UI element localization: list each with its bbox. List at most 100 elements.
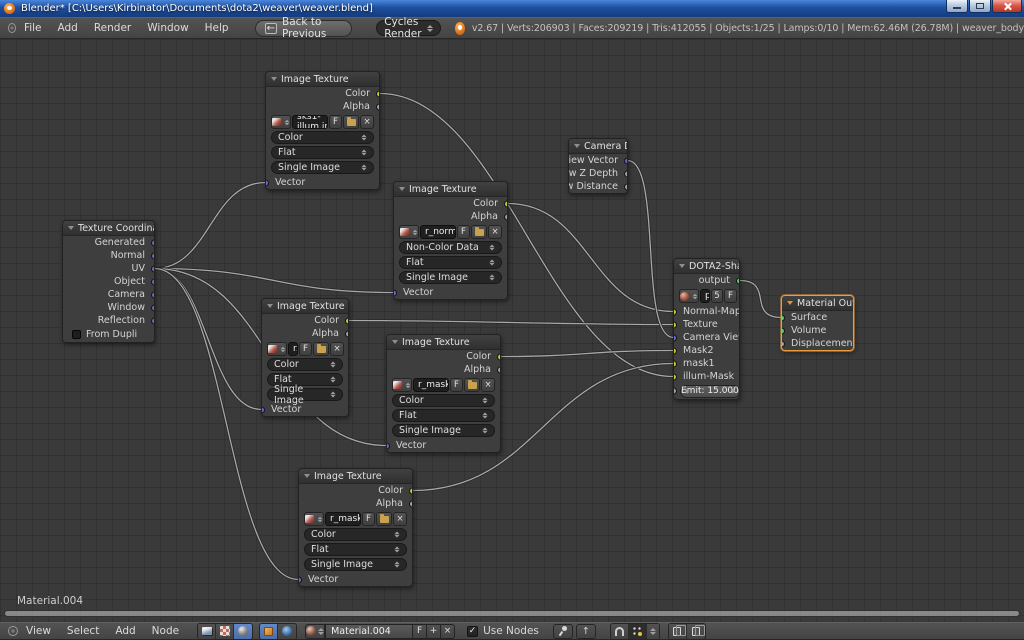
restore-button[interactable] bbox=[969, 0, 991, 13]
node-dota2-shad[interactable]: DOTA2-Shadoutputprox5FNormal-MapTextureC… bbox=[673, 258, 740, 400]
group-browse-button[interactable] bbox=[679, 289, 699, 303]
close-button[interactable] bbox=[992, 0, 1022, 13]
fake-user-button[interactable]: F bbox=[413, 624, 427, 639]
node-texture-coordinate[interactable]: Texture CoordinateGeneratedNormalUVObjec… bbox=[62, 220, 155, 343]
dropdown-single-image[interactable]: Single Image bbox=[271, 161, 374, 174]
editor-type-icon[interactable] bbox=[8, 23, 16, 33]
socket-vector[interactable] bbox=[299, 576, 302, 583]
use-nodes-toggle[interactable]: ✓ Use Nodes bbox=[467, 625, 539, 637]
open-image-button[interactable] bbox=[343, 115, 359, 129]
node-material-output[interactable]: Material OutputSurfaceVolumeDisplacement bbox=[781, 295, 854, 351]
socket-vector[interactable] bbox=[394, 289, 397, 296]
socket-generated[interactable] bbox=[151, 239, 154, 246]
dropdown-flat[interactable]: Flat bbox=[392, 409, 495, 422]
unlink-image-button[interactable]: × bbox=[481, 378, 495, 392]
open-image-button[interactable] bbox=[464, 378, 480, 392]
dropdown-color[interactable]: Color bbox=[304, 528, 407, 541]
material-name-field[interactable]: Material.004 bbox=[325, 624, 413, 639]
shader-context-object-button[interactable] bbox=[260, 624, 278, 639]
back-to-previous-button[interactable]: ← Back to Previous bbox=[255, 20, 353, 37]
image-browse-button[interactable] bbox=[267, 342, 287, 356]
socket-view-vector[interactable] bbox=[624, 157, 627, 164]
socket-camera[interactable] bbox=[151, 291, 154, 298]
horizontal-scrollbar[interactable] bbox=[4, 610, 1020, 617]
socket-reflection[interactable] bbox=[151, 317, 154, 324]
socket-displacement[interactable] bbox=[782, 340, 785, 347]
dropdown-flat[interactable]: Flat bbox=[271, 146, 374, 159]
node-image-texture[interactable]: Image TextureColorAlphasks1-illum.jpgF×C… bbox=[265, 71, 380, 190]
collapse-arrow-icon[interactable] bbox=[68, 226, 74, 230]
collapse-arrow-icon[interactable] bbox=[267, 304, 273, 308]
dropdown-non-color-data[interactable]: Non-Color Data bbox=[399, 241, 502, 254]
open-image-button[interactable] bbox=[376, 512, 392, 526]
value-slider-emit-15-000[interactable]: Emit: 15.000 bbox=[680, 385, 739, 398]
node-header[interactable]: Image Texture bbox=[262, 299, 348, 314]
from-dupli-toggle[interactable]: From Dupli bbox=[63, 327, 154, 342]
node-header[interactable]: Image Texture bbox=[394, 182, 507, 197]
image-name-field[interactable]: r_masks2.tga bbox=[413, 378, 449, 392]
image-name-field[interactable]: r_normal.tga bbox=[420, 225, 456, 239]
menu-file[interactable]: File bbox=[16, 22, 50, 34]
socket-object[interactable] bbox=[151, 278, 154, 285]
menu-window[interactable]: Window bbox=[139, 22, 196, 34]
minimize-button[interactable] bbox=[946, 0, 968, 13]
render-engine-select[interactable]: Cycles Render bbox=[376, 20, 441, 36]
socket-mask2[interactable] bbox=[674, 347, 677, 354]
socket-mask1[interactable] bbox=[674, 360, 677, 367]
dropdown-flat[interactable]: Flat bbox=[304, 543, 407, 556]
user-count-button[interactable]: 5 bbox=[711, 289, 723, 303]
node-image-texture[interactable]: Image TextureColorAlphar_masks1.tgaF×Col… bbox=[298, 468, 413, 587]
editor-type-icon[interactable] bbox=[8, 626, 18, 636]
collapse-arrow-icon[interactable] bbox=[679, 264, 685, 268]
image-name-field[interactable]: r.tga bbox=[288, 342, 298, 356]
socket-volume[interactable] bbox=[782, 327, 785, 334]
dropdown-single-image[interactable]: Single Image bbox=[304, 558, 407, 571]
go-to-parent-button[interactable]: ↑ bbox=[576, 624, 596, 639]
collapse-arrow-icon[interactable] bbox=[574, 144, 580, 148]
snap-element-button[interactable] bbox=[629, 624, 647, 639]
collapse-arrow-icon[interactable] bbox=[787, 301, 793, 305]
socket-alpha[interactable] bbox=[504, 213, 507, 220]
node-image-texture[interactable]: Image TextureColorAlphar_normal.tgaF×Non… bbox=[393, 181, 508, 300]
socket-vector[interactable] bbox=[266, 179, 269, 186]
socket-texture[interactable] bbox=[674, 321, 677, 328]
menu-render[interactable]: Render bbox=[86, 22, 139, 34]
node-header[interactable]: Image Texture bbox=[299, 469, 412, 484]
menu-add[interactable]: Add bbox=[50, 22, 86, 34]
socket-vector[interactable] bbox=[262, 406, 265, 413]
socket-camera-view-an[interactable] bbox=[674, 334, 677, 341]
unlink-image-button[interactable]: × bbox=[330, 342, 344, 356]
node-camera-da[interactable]: Camera DaView Vectoriew Z Depthw Distanc… bbox=[568, 138, 628, 194]
socket-vector[interactable] bbox=[387, 442, 390, 449]
collapse-arrow-icon[interactable] bbox=[392, 340, 398, 344]
snap-toggle-button[interactable] bbox=[611, 624, 629, 639]
menu-node[interactable]: Node bbox=[144, 625, 187, 637]
image-browse-button[interactable] bbox=[392, 378, 412, 392]
open-image-button[interactable] bbox=[471, 225, 487, 239]
image-name-field[interactable]: sks1-illum.jpg bbox=[292, 115, 328, 129]
material-browse-button[interactable] bbox=[305, 624, 325, 639]
menu-select[interactable]: Select bbox=[59, 625, 107, 637]
socket-color[interactable] bbox=[409, 487, 412, 494]
socket-normal-map[interactable] bbox=[674, 308, 677, 315]
node-header[interactable]: Image Texture bbox=[266, 72, 379, 87]
image-name-field[interactable]: r_masks1.tga bbox=[325, 512, 361, 526]
unlink-material-button[interactable]: × bbox=[441, 624, 455, 639]
socket-illum-mask[interactable] bbox=[674, 373, 677, 380]
node-header[interactable]: DOTA2-Shad bbox=[674, 259, 739, 274]
image-browse-button[interactable] bbox=[399, 225, 419, 239]
unlink-image-button[interactable]: × bbox=[488, 225, 502, 239]
node-image-texture[interactable]: Image TextureColorAlphar_masks2.tgaF×Col… bbox=[386, 334, 501, 453]
unlink-image-button[interactable]: × bbox=[393, 512, 407, 526]
socket-alpha[interactable] bbox=[409, 500, 412, 507]
socket-color[interactable] bbox=[504, 200, 507, 207]
socket-color[interactable] bbox=[376, 90, 379, 97]
socket-emit-15-000[interactable] bbox=[674, 388, 677, 395]
tree-type-compositing-button[interactable] bbox=[198, 624, 216, 639]
menu-help[interactable]: Help bbox=[197, 22, 237, 34]
socket-surface[interactable] bbox=[782, 314, 785, 321]
menu-view[interactable]: View bbox=[18, 625, 59, 637]
socket-output[interactable] bbox=[736, 277, 739, 284]
checkbox[interactable] bbox=[72, 330, 81, 339]
pin-button[interactable] bbox=[553, 624, 573, 639]
